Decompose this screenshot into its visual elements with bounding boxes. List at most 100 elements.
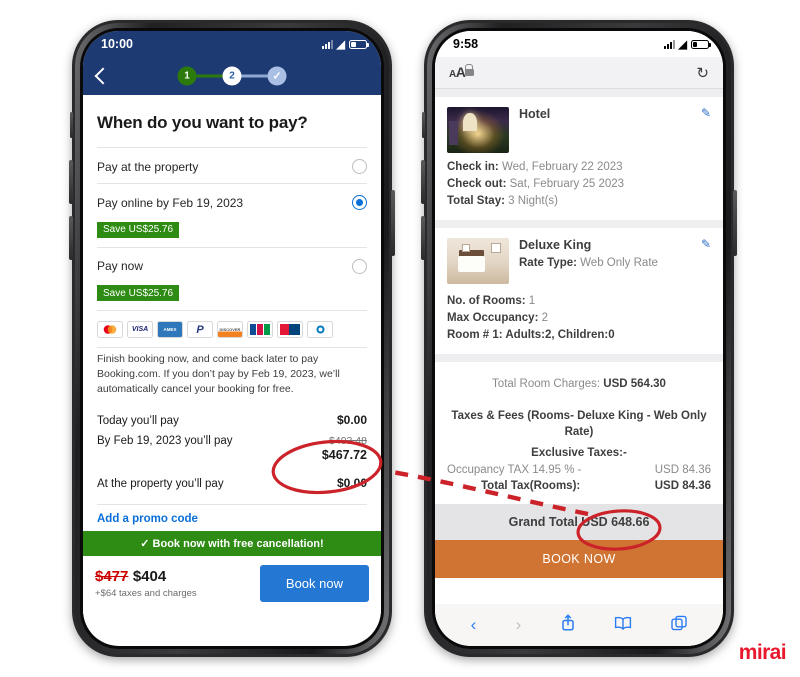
left-status-bar: 10:00 ◢ bbox=[83, 31, 381, 57]
phone-volume-down bbox=[421, 216, 425, 260]
max-occupancy-label: Max Occupancy: bbox=[447, 312, 539, 324]
total-tax-row: Total Tax(Rooms): USD 84.36 bbox=[435, 478, 723, 494]
safari-bottom-toolbar: ‹ › bbox=[435, 604, 723, 646]
battery-icon bbox=[349, 39, 369, 49]
paypal-icon: P bbox=[187, 321, 213, 338]
room-card-row: Deluxe King Rate Type: Web Only Rate bbox=[447, 238, 711, 284]
book-now-button[interactable]: BOOK NOW bbox=[435, 540, 723, 578]
payment-option-pay-at-property[interactable]: Pay at the property bbox=[97, 148, 367, 183]
mastercard-icon bbox=[97, 321, 123, 338]
hotel-exterior-thumbnail bbox=[447, 107, 509, 153]
pencil-icon[interactable]: ✎ bbox=[701, 237, 711, 251]
radio-unselected-icon[interactable] bbox=[352, 159, 367, 174]
step-1[interactable]: 1 bbox=[177, 66, 197, 86]
payment-option-pay-now[interactable]: Pay now bbox=[97, 248, 367, 283]
wifi-icon: ◢ bbox=[678, 38, 687, 51]
phone-mute-switch bbox=[422, 112, 425, 138]
phone-volume-down bbox=[69, 216, 73, 260]
hotel-checkout-row: Check out: Sat, February 25 2023 bbox=[447, 176, 711, 193]
phone-power-button bbox=[733, 190, 737, 256]
text-size-icon[interactable]: AA bbox=[449, 64, 466, 82]
room-count-row: No. of Rooms: 1 bbox=[447, 293, 711, 310]
tabs-icon[interactable] bbox=[671, 615, 688, 636]
forward-chevron-icon[interactable]: › bbox=[516, 615, 522, 635]
footer-price-block: $477 $404 +$64 taxes and charges bbox=[95, 568, 197, 599]
step-2[interactable]: 2 bbox=[222, 66, 242, 86]
battery-icon bbox=[691, 39, 711, 49]
unionpay-icon bbox=[277, 321, 303, 338]
back-chevron-icon[interactable] bbox=[94, 67, 112, 85]
booking-footer: $477 $404 +$64 taxes and charges Book no… bbox=[83, 556, 381, 614]
totalstay-value: 3 Night(s) bbox=[508, 195, 558, 207]
screenshot-stage: 10:00 ◢ 1 2 ✓ When do you want to pay? P… bbox=[0, 0, 800, 677]
cellular-icon bbox=[321, 39, 333, 49]
charges-section: Total Room Charges: USD 564.30 Taxes & F… bbox=[435, 362, 723, 504]
safari-toolbar: AA ↻ bbox=[435, 57, 723, 89]
legal-text: Finish booking now, and come back later … bbox=[97, 353, 340, 395]
totalstay-label: Total Stay: bbox=[447, 195, 505, 207]
pencil-icon[interactable]: ✎ bbox=[701, 106, 711, 120]
webpage-content: ✎ Hotel Check in: Wed, February 22 2023 … bbox=[435, 89, 723, 578]
radio-unselected-icon[interactable] bbox=[352, 258, 367, 274]
radio-selected-icon[interactable] bbox=[352, 195, 367, 210]
hotel-checkin-row: Check in: Wed, February 22 2023 bbox=[447, 159, 711, 176]
room-occupants-label: Room # 1: Adults:2, Children:0 bbox=[447, 329, 615, 341]
pay-line-label: By Feb 19, 2023 you’ll pay bbox=[97, 435, 233, 447]
step-connector-1 bbox=[196, 74, 223, 78]
pay-line-today: Today you’ll pay $0.00 bbox=[97, 409, 367, 431]
hotel-card-details: Hotel bbox=[519, 107, 550, 153]
grand-total-value: USD 648.66 bbox=[581, 515, 650, 529]
checkout-value: Sat, February 25 2023 bbox=[509, 178, 625, 190]
status-icons: ◢ bbox=[321, 38, 369, 51]
book-icon[interactable] bbox=[614, 615, 632, 635]
pay-line-by-date: By Feb 19, 2023 you’ll pay $493.48 $467.… bbox=[97, 431, 367, 466]
book-now-button[interactable]: Book now bbox=[259, 565, 369, 602]
occupancy-tax-label: Occupancy TAX 14.95 % - bbox=[447, 464, 582, 476]
cellular-icon bbox=[663, 39, 675, 49]
add-promo-code-link[interactable]: Add a promo code bbox=[97, 504, 367, 531]
option-label: Pay at the property bbox=[97, 159, 199, 174]
pay-line-amount: $467.72 bbox=[321, 448, 367, 462]
total-tax-value: USD 84.36 bbox=[654, 480, 711, 492]
option-label: Pay now bbox=[97, 259, 144, 273]
section-spacer bbox=[435, 354, 723, 362]
lock-icon bbox=[465, 64, 475, 76]
exclusive-taxes-label: Exclusive Taxes:- bbox=[531, 447, 627, 459]
checkout-label: Check out: bbox=[447, 178, 507, 190]
hotel-card: ✎ Hotel Check in: Wed, February 22 2023 … bbox=[435, 97, 723, 220]
dinersclub-icon bbox=[307, 321, 333, 338]
step-3[interactable]: ✓ bbox=[267, 66, 287, 86]
room-name: Deluxe King bbox=[519, 238, 592, 252]
max-occupancy-row: Max Occupancy: 2 bbox=[447, 310, 711, 327]
grand-total-row: Grand Total USD 648.66 bbox=[435, 504, 723, 540]
footer-new-price: $404 bbox=[132, 568, 167, 585]
hotel-room-thumbnail bbox=[447, 238, 509, 284]
section-spacer bbox=[435, 220, 723, 228]
phone-power-button bbox=[391, 190, 395, 256]
max-occupancy-value: 2 bbox=[541, 312, 549, 324]
pay-line-label: At the property you’ll pay bbox=[97, 478, 224, 490]
status-icons: ◢ bbox=[663, 38, 711, 51]
pay-line-amounts: $493.48 $467.72 bbox=[322, 435, 367, 462]
free-cancellation-banner: ✓ Book now with free cancellation! bbox=[83, 531, 381, 556]
jcb-icon bbox=[247, 321, 273, 338]
phone-volume-up bbox=[69, 160, 73, 204]
occupancy-tax-row: Occupancy TAX 14.95 % - USD 84.36 bbox=[435, 462, 723, 478]
right-status-bar: 9:58 ◢ bbox=[435, 31, 723, 57]
accepted-payment-methods: VISA AMEX P DISCOVER bbox=[97, 311, 367, 347]
taxes-heading: Taxes & Fees (Rooms- Deluxe King - Web O… bbox=[451, 410, 707, 438]
right-phone-screen: 9:58 ◢ AA ↻ ✎ Hotel Check in: Wed, Febru… bbox=[435, 31, 723, 646]
checkout-stepper: 1 2 ✓ bbox=[177, 66, 287, 86]
share-icon[interactable] bbox=[561, 614, 575, 636]
wifi-icon: ◢ bbox=[336, 38, 345, 51]
room-card-details: Deluxe King Rate Type: Web Only Rate bbox=[519, 238, 658, 284]
pay-line-amount: $0.00 bbox=[336, 476, 367, 490]
phone-volume-up bbox=[421, 160, 425, 204]
footer-taxes-note: +$64 taxes and charges bbox=[95, 588, 197, 599]
pay-line-amount: $0.00 bbox=[336, 413, 367, 427]
back-chevron-icon[interactable]: ‹ bbox=[471, 615, 477, 635]
reload-icon[interactable]: ↻ bbox=[696, 64, 709, 82]
payment-option-pay-online[interactable]: Pay online by Feb 19, 2023 bbox=[97, 184, 367, 219]
status-time: 10:00 bbox=[101, 37, 133, 51]
room-card: ✎ Deluxe King Rate Type: Web Only Rate N bbox=[435, 228, 723, 354]
